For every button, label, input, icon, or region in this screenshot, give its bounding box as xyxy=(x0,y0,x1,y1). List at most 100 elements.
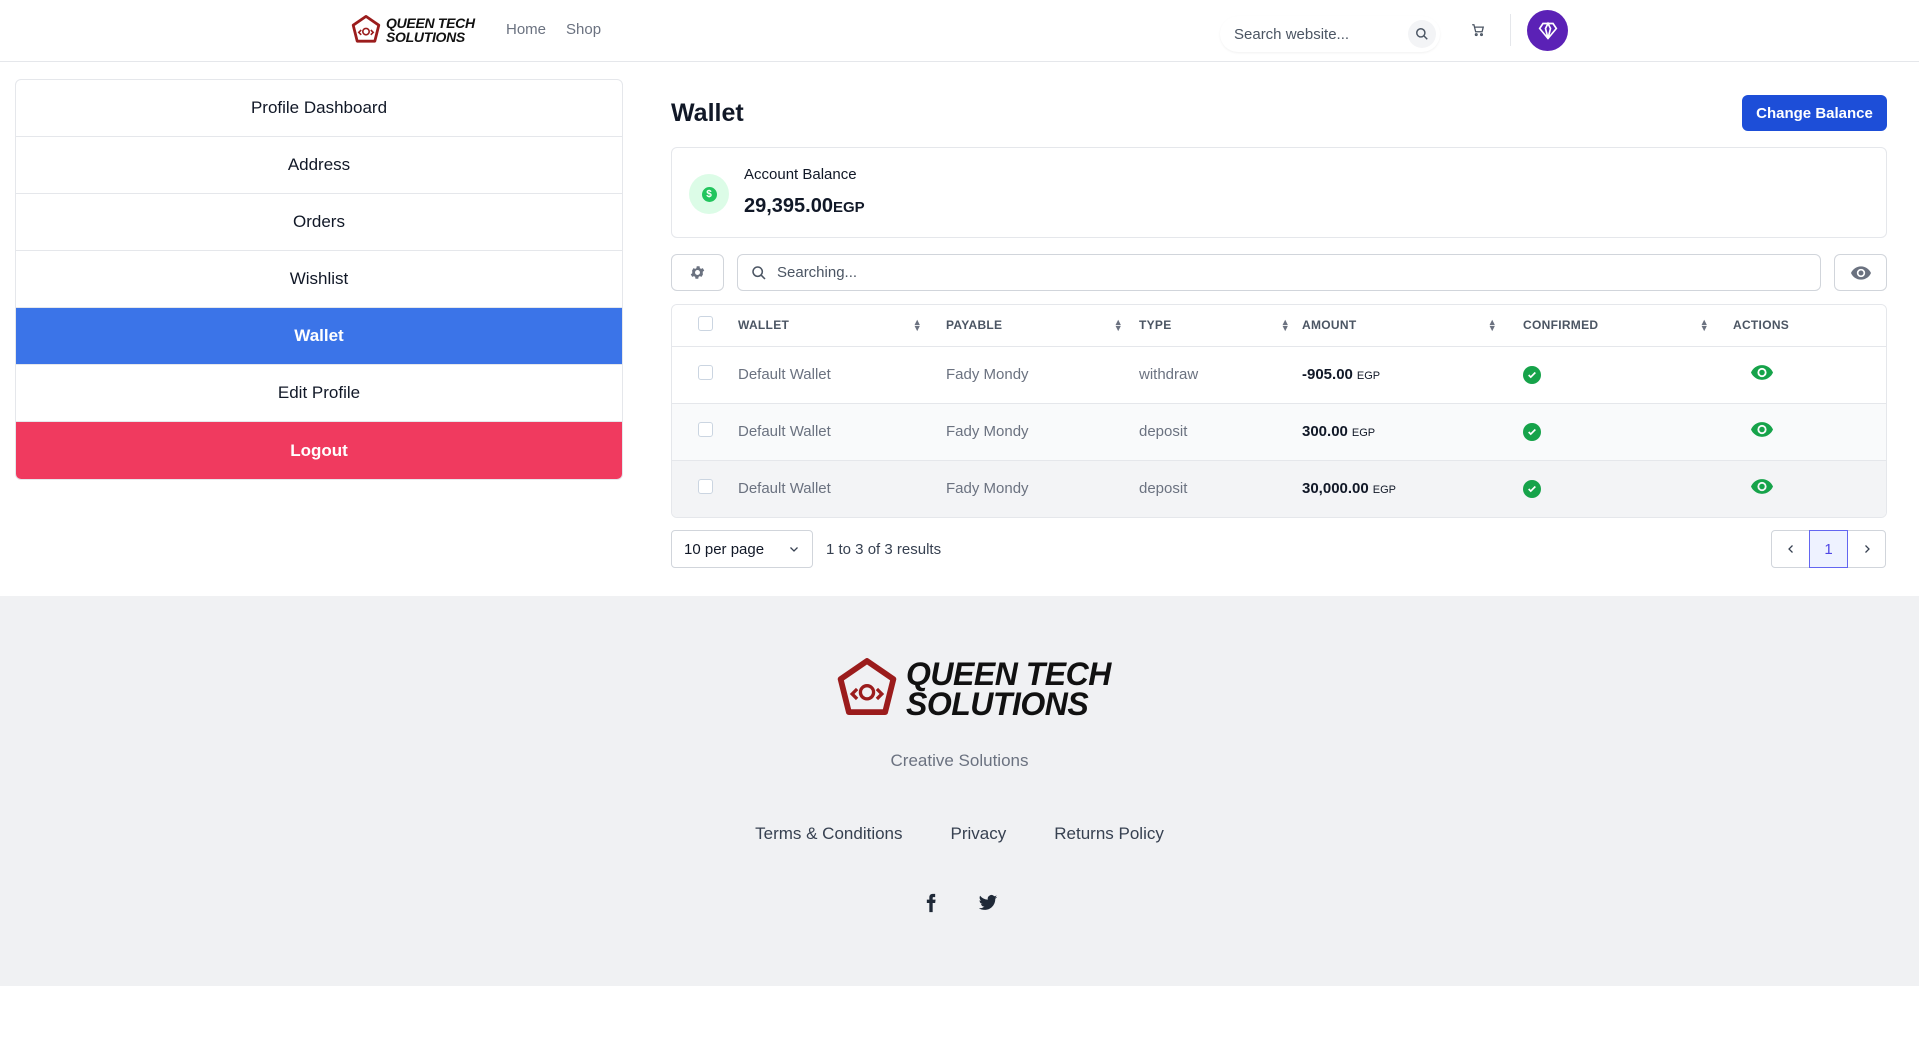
twitter-icon xyxy=(978,895,997,910)
privacy-link[interactable]: Privacy xyxy=(951,824,1007,844)
cell-wallet: Default Wallet xyxy=(738,366,831,383)
sort-icon: ▲ ▼ xyxy=(1487,317,1497,333)
table-header-row: WALLET ▲ ▼ PAYABLE ▲ ▼ TYPE ▲ ▼ AMOUNT ▲ ▼ CONFI… xyxy=(672,305,1886,347)
amount-currency: EGP xyxy=(1356,370,1381,382)
nav-shop-link[interactable]: Shop xyxy=(566,21,601,38)
main-nav: Home Shop xyxy=(506,21,601,38)
confirmed-check-icon xyxy=(1523,365,1541,384)
social-links xyxy=(0,893,1919,918)
confirmed-check-icon xyxy=(1523,479,1541,498)
view-transaction-button[interactable] xyxy=(1751,365,1773,384)
returns-policy-link[interactable]: Returns Policy xyxy=(1054,824,1164,844)
sidebar-item-address[interactable]: Address xyxy=(16,137,622,194)
per-page-select[interactable]: 10 per page xyxy=(671,530,813,568)
site-footer: QUEEN TECH SOLUTIONS Creative Solutions … xyxy=(0,596,1919,986)
column-header-wallet[interactable]: WALLET ▲ ▼ xyxy=(738,305,946,347)
footer-logo-wordmark: QUEEN TECH SOLUTIONS xyxy=(906,656,1111,722)
wallet-transactions-table: WALLET ▲ ▼ PAYABLE ▲ ▼ TYPE ▲ ▼ AMOUNT ▲ ▼ CONFI… xyxy=(671,304,1887,518)
cart-icon xyxy=(1472,24,1485,37)
cell-payable: Fady Mondy xyxy=(946,480,1029,498)
view-transaction-button[interactable] xyxy=(1751,422,1773,441)
top-navbar: QUEEN TECH SOLUTIONS Home Shop xyxy=(0,0,1919,62)
account-balance-card: $ Account Balance 29,395.00EGP xyxy=(671,147,1887,238)
row-checkbox[interactable] xyxy=(697,479,713,495)
previous-page-button[interactable] xyxy=(1771,530,1810,568)
eye-icon xyxy=(1751,422,1773,437)
cell-type: withdraw xyxy=(1139,366,1199,383)
cell-type: deposit xyxy=(1139,423,1188,440)
sidebar-item-wallet[interactable]: Wallet xyxy=(16,308,622,365)
dollar-icon: $ xyxy=(689,174,729,214)
select-all-checkbox[interactable] xyxy=(697,316,713,332)
cell-payable: Fady Mondy xyxy=(946,366,1029,383)
table-settings-button[interactable] xyxy=(671,254,724,291)
results-summary: 1 to 3 of 3 results xyxy=(826,541,942,558)
chevron-right-icon xyxy=(1864,545,1870,553)
column-visibility-button[interactable] xyxy=(1834,254,1887,291)
sidebar-item-logout[interactable]: Logout xyxy=(16,422,622,479)
column-header-actions: ACTIONS xyxy=(1733,305,1886,347)
row-checkbox[interactable] xyxy=(697,422,713,437)
next-page-button[interactable] xyxy=(1847,530,1886,568)
nav-home-link[interactable]: Home xyxy=(506,21,546,38)
row-checkbox[interactable] xyxy=(697,365,713,380)
eye-icon xyxy=(1751,479,1773,495)
header-divider xyxy=(1510,14,1511,46)
facebook-link[interactable] xyxy=(921,893,941,918)
page-title: Wallet xyxy=(671,99,744,127)
sort-icon: ▲ ▼ xyxy=(1699,317,1709,333)
twitter-link[interactable] xyxy=(977,893,999,918)
cart-button[interactable] xyxy=(1464,16,1492,44)
profile-sidebar: Profile Dashboard Address Orders Wishlis… xyxy=(15,79,623,480)
amount-value: 300.00 xyxy=(1302,423,1348,440)
column-header-payable[interactable]: PAYABLE ▲ ▼ xyxy=(946,305,1139,347)
footer-tagline: Creative Solutions xyxy=(890,751,1029,770)
pagination: 1 xyxy=(1771,530,1886,568)
amount-currency: EGP xyxy=(1351,427,1376,439)
footer-logo[interactable]: QUEEN TECH SOLUTIONS xyxy=(834,656,1111,722)
table-search xyxy=(737,254,1821,291)
page-1-button[interactable]: 1 xyxy=(1809,530,1848,568)
site-logo[interactable]: QUEEN TECH SOLUTIONS xyxy=(350,12,475,48)
sort-icon: ▲ ▼ xyxy=(912,317,922,333)
sidebar-item-profile-dashboard[interactable]: Profile Dashboard xyxy=(16,80,622,137)
gear-icon xyxy=(690,266,705,279)
column-header-confirmed[interactable]: CONFIRMED ▲ ▼ xyxy=(1523,305,1733,347)
site-search-input[interactable] xyxy=(1234,25,1404,43)
chevron-down-icon xyxy=(790,547,798,552)
user-avatar[interactable] xyxy=(1527,10,1568,51)
footer-links: Terms & Conditions Privacy Returns Polic… xyxy=(0,824,1919,844)
facebook-icon xyxy=(926,893,936,913)
logo-mark-icon xyxy=(837,658,897,715)
eye-icon xyxy=(1751,365,1773,380)
table-row: Default Wallet Fady Mondy withdraw -905.… xyxy=(672,346,1886,403)
diamond-icon xyxy=(1538,21,1557,40)
balance-amount: 29,395.00 xyxy=(744,195,833,217)
column-header-type[interactable]: TYPE ▲ ▼ xyxy=(1139,305,1302,347)
eye-icon xyxy=(1850,265,1871,280)
change-balance-button[interactable]: Change Balance xyxy=(1742,95,1887,131)
sidebar-item-edit-profile[interactable]: Edit Profile xyxy=(16,365,622,422)
balance-currency: EGP xyxy=(832,199,865,216)
cell-type: deposit xyxy=(1139,480,1188,498)
sidebar-item-wishlist[interactable]: Wishlist xyxy=(16,251,622,308)
sort-icon: ▲ ▼ xyxy=(1113,317,1123,333)
confirmed-check-icon xyxy=(1523,422,1541,441)
search-icon xyxy=(752,265,766,280)
cell-payable: Fady Mondy xyxy=(946,423,1029,440)
terms-link[interactable]: Terms & Conditions xyxy=(755,824,902,844)
amount-value: 30,000.00 xyxy=(1302,480,1369,498)
table-row: Default Wallet Fady Mondy deposit 30,000… xyxy=(672,460,1886,517)
search-button[interactable] xyxy=(1408,20,1436,48)
search-icon xyxy=(1416,28,1428,40)
table-search-input[interactable] xyxy=(777,264,1777,281)
balance-value: 29,395.00EGP xyxy=(744,195,865,218)
amount-value: -905.00 xyxy=(1302,366,1353,383)
view-transaction-button[interactable] xyxy=(1751,479,1773,498)
logo-wordmark: QUEEN TECH SOLUTIONS xyxy=(386,15,475,45)
column-header-amount[interactable]: AMOUNT ▲ ▼ xyxy=(1302,305,1523,347)
amount-currency: EGP xyxy=(1372,484,1396,497)
site-search xyxy=(1220,16,1440,52)
sidebar-item-orders[interactable]: Orders xyxy=(16,194,622,251)
cell-amount: -905.00 EGP xyxy=(1302,346,1523,403)
